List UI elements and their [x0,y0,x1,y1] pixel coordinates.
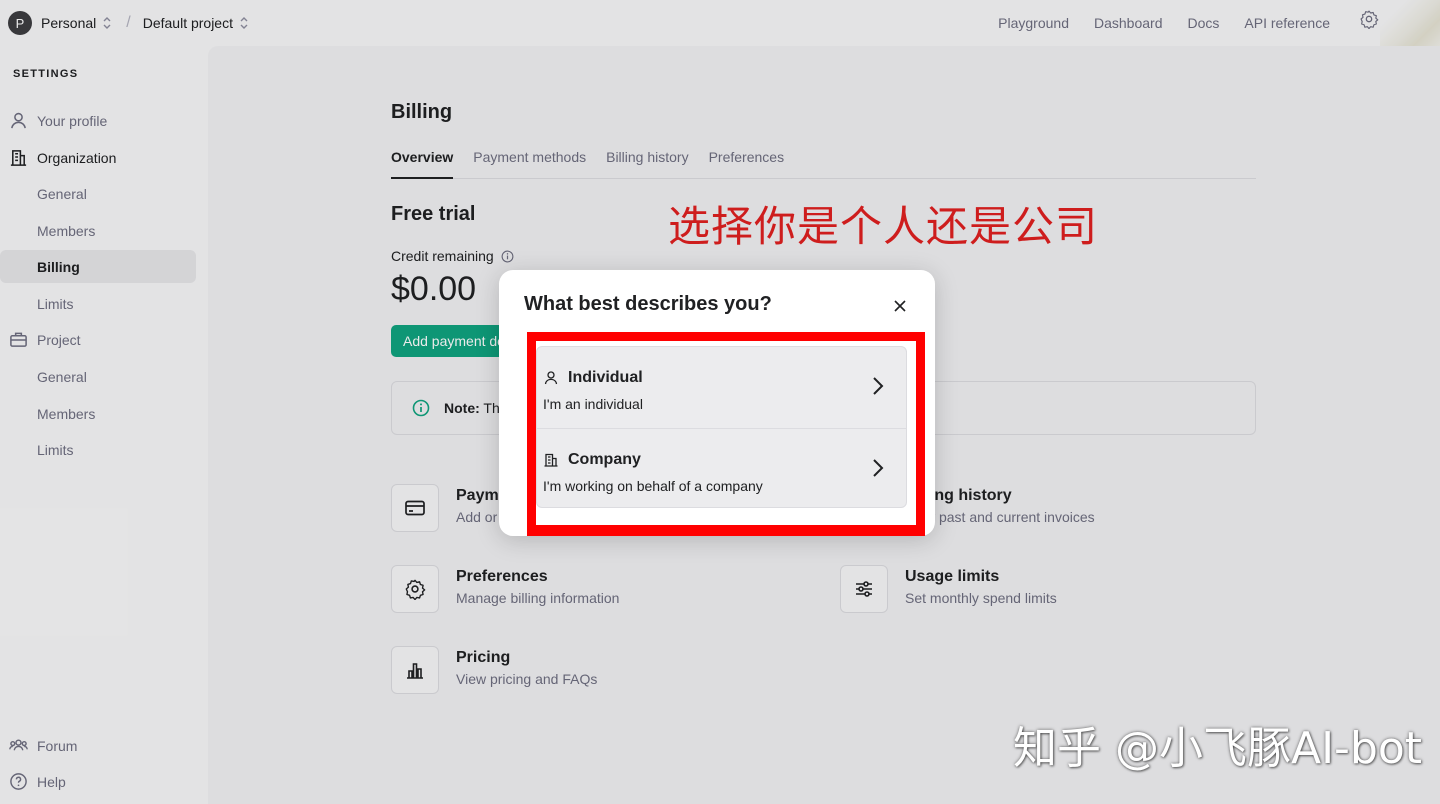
modal-title: What best describes you? [524,293,772,315]
building-icon [543,452,559,468]
account-type-options: Individual I'm an individual Company I'm… [536,346,907,508]
option-title: Company [568,451,641,468]
option-individual[interactable]: Individual I'm an individual [537,347,906,428]
option-company[interactable]: Company I'm working on behalf of a compa… [537,428,906,507]
chevron-right-icon [872,458,884,478]
describe-you-modal: What best describes you? Individual I'm … [499,270,935,536]
option-title: Individual [568,369,643,386]
chevron-right-icon [872,376,884,396]
close-icon[interactable] [889,295,911,317]
red-highlight-box: Individual I'm an individual Company I'm… [527,332,925,536]
watermark: 知乎 @小飞豚AI-bot [1013,723,1423,774]
option-desc: I'm working on behalf of a company [543,478,763,494]
person-icon [543,370,559,386]
option-desc: I'm an individual [543,396,643,412]
